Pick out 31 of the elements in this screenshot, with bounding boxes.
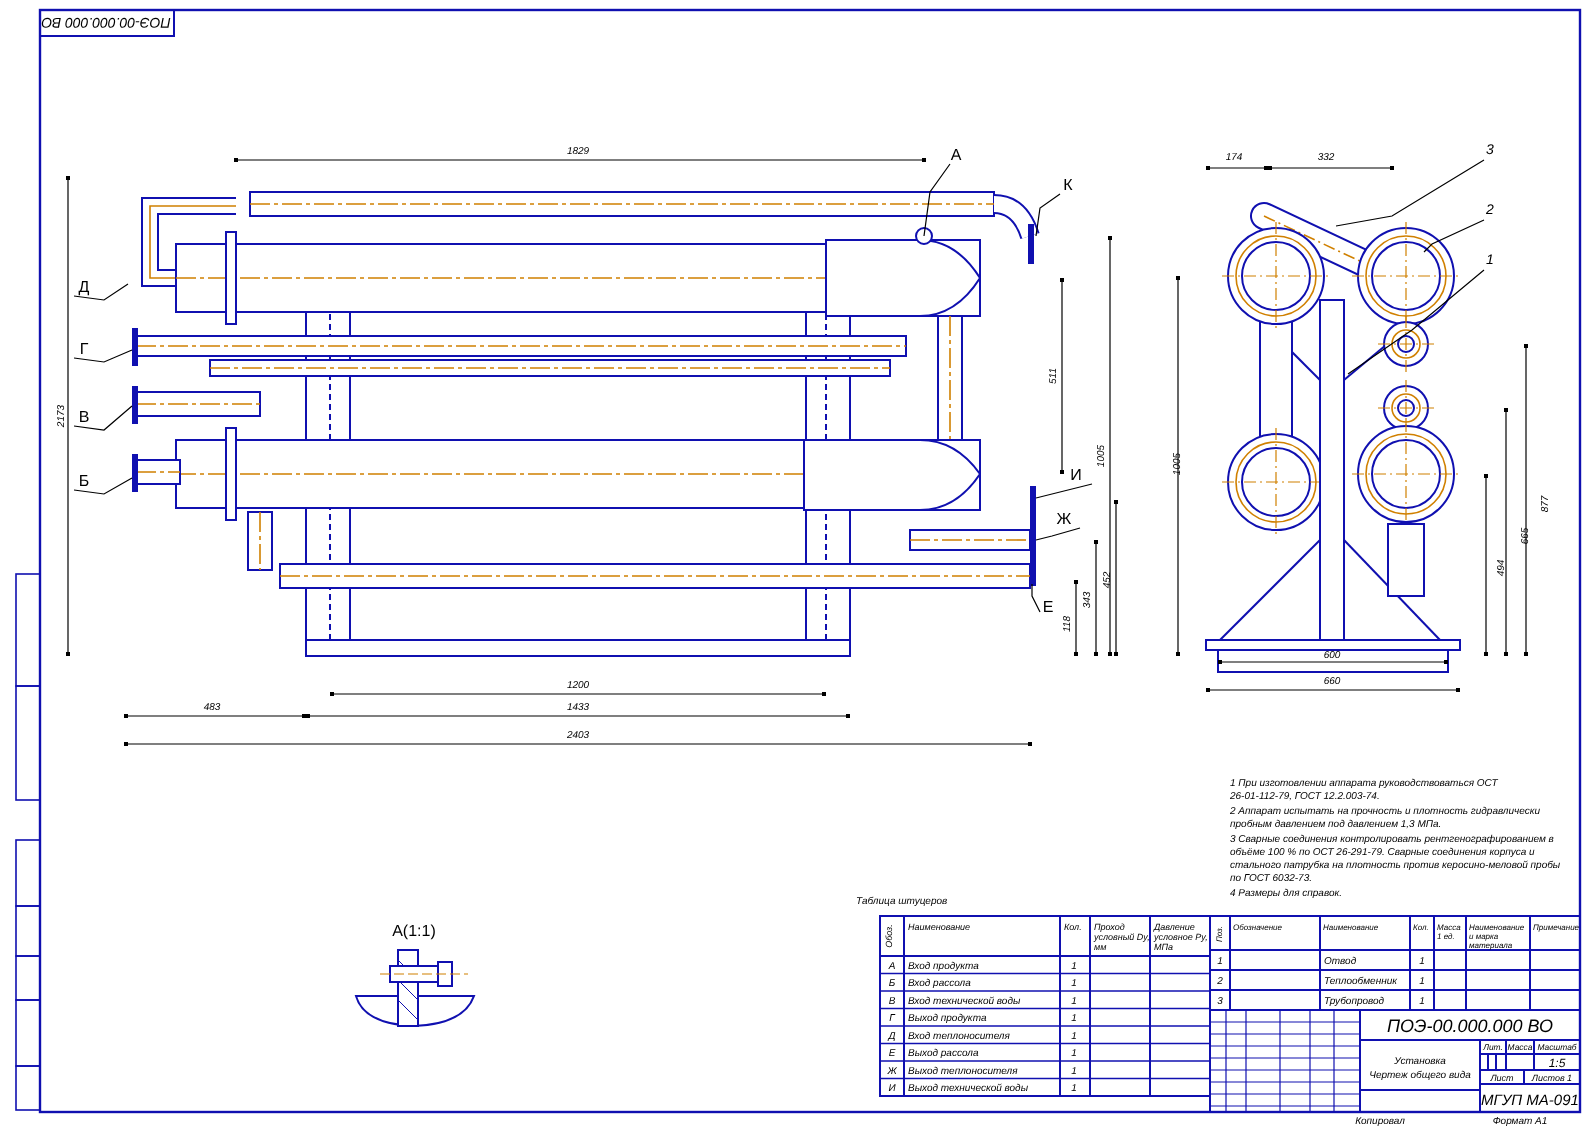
bolt-section-drawing [355,949,475,1027]
leader-line [1347,269,1485,375]
nozzle-label: Д [78,278,90,296]
leader-line [1035,193,1061,237]
leader-line [923,163,951,237]
nozzle-label: Ж [1056,510,1072,528]
margin-stamp-cell [15,999,41,1067]
leader-line [73,477,133,495]
margin-stamp-cell [15,955,41,1001]
designation-stamp [39,9,175,37]
nozzle-label: Б [78,472,90,490]
nozzle-label: Е [1042,598,1054,616]
nozzle-label: И [1070,466,1082,484]
margin-stamp-cell [15,839,41,907]
leader-line [1031,583,1041,613]
nozzle-label: К [1063,176,1073,194]
leader-line [73,405,133,431]
margin-stamp-cell [15,685,41,801]
nozzle-label: Г [79,340,89,358]
leader-line [1035,527,1081,541]
section-title: А(1:1) [392,922,436,940]
dimension-line [1074,579,1078,657]
margin-stamp-cell [15,1065,41,1111]
nozzle-label: В [78,408,90,426]
dimension-line [1094,539,1098,657]
leader-line [73,283,129,301]
leader-line [1035,483,1093,499]
drawing-designation: ПОЭ-00.000.000 ВО [1386,1016,1554,1036]
margin-stamp-cell [15,573,41,687]
margin-stamp-cell [15,905,41,957]
nozzle-label: А [950,146,962,164]
